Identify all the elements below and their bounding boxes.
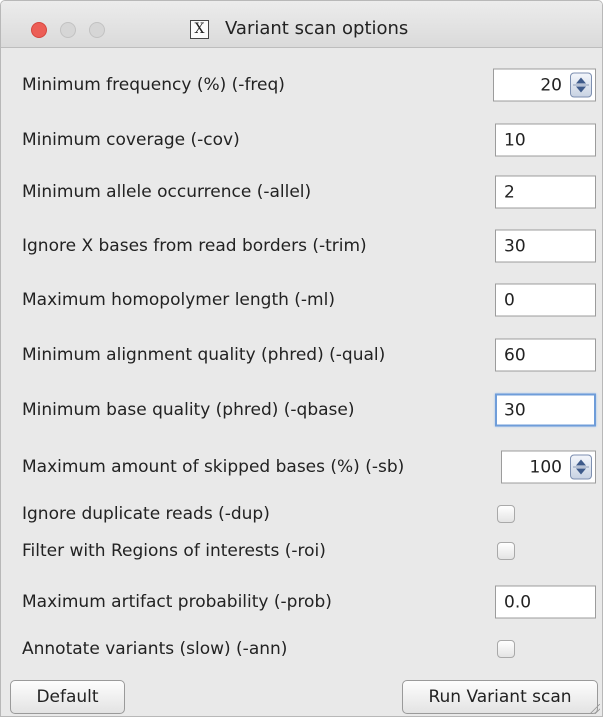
roi-checkbox[interactable]	[497, 542, 515, 560]
default-button[interactable]: Default	[10, 680, 125, 714]
qual-label: Minimum alignment quality (phred) (-qual…	[22, 345, 386, 365]
cov-field[interactable]: 10	[495, 123, 596, 157]
ann-checkbox[interactable]	[497, 640, 515, 658]
freq-value: 20	[540, 75, 562, 96]
trim-field[interactable]: 30	[495, 229, 596, 263]
prob-label: Maximum artifact probability (-prob)	[22, 592, 332, 612]
variant-scan-options-dialog: X Variant scan options Minimum frequency…	[0, 0, 603, 717]
run-variant-scan-button[interactable]: Run Variant scan	[402, 680, 598, 714]
qbase-field[interactable]: 30	[495, 393, 596, 427]
sb-spinner[interactable]: 100	[501, 450, 596, 484]
resize-grip-icon[interactable]	[590, 704, 600, 714]
ml-field[interactable]: 0	[495, 283, 596, 317]
zoom-window-button[interactable]	[89, 22, 105, 38]
sb-label: Maximum amount of skipped bases (%) (-sb…	[22, 457, 405, 477]
close-window-button[interactable]	[31, 22, 47, 38]
trim-label: Ignore X bases from read borders (-trim)	[22, 236, 367, 256]
roi-label: Filter with Regions of interests (-roi)	[22, 541, 326, 561]
qbase-label: Minimum base quality (phred) (-qbase)	[22, 400, 355, 420]
ann-label: Annotate variants (slow) (-ann)	[22, 639, 288, 659]
cov-label: Minimum coverage (-cov)	[22, 130, 240, 150]
qual-field[interactable]: 60	[495, 338, 596, 372]
ml-label: Maximum homopolymer length (-ml)	[22, 290, 335, 310]
title-bar: X Variant scan options	[1, 1, 602, 48]
allel-field[interactable]: 2	[495, 175, 596, 209]
freq-spinner[interactable]: 20	[493, 68, 596, 102]
window-title: Variant scan options	[225, 18, 409, 39]
sb-stepper-arrows-icon[interactable]	[570, 454, 592, 480]
freq-label: Minimum frequency (%) (-freq)	[22, 75, 285, 95]
dup-label: Ignore duplicate reads (-dup)	[22, 504, 270, 524]
dup-checkbox[interactable]	[497, 505, 515, 523]
sb-value: 100	[529, 457, 562, 478]
app-icon: X	[190, 20, 209, 39]
prob-field[interactable]: 0.0	[495, 585, 596, 619]
allel-label: Minimum allele occurrence (-allel)	[22, 182, 312, 202]
minimize-window-button[interactable]	[60, 22, 76, 38]
freq-stepper-arrows-icon[interactable]	[570, 72, 592, 98]
